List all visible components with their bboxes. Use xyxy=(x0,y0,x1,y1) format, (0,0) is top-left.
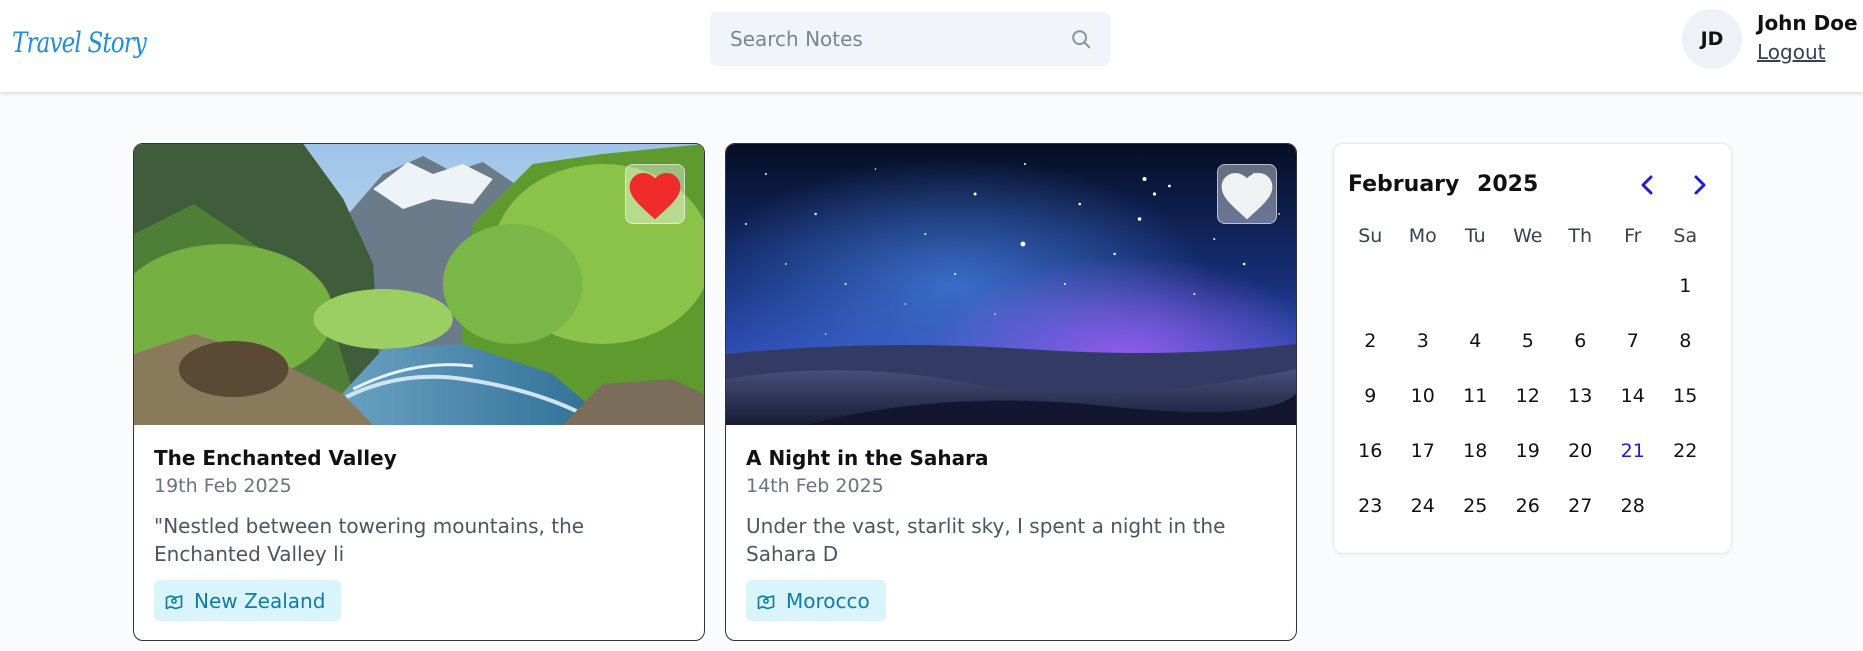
favorite-button[interactable] xyxy=(625,164,685,224)
heart-icon xyxy=(1221,172,1273,220)
calendar-day[interactable]: 2 xyxy=(1344,313,1397,368)
calendar-empty-cell xyxy=(1344,258,1397,313)
search-input[interactable] xyxy=(730,12,1050,66)
story-card[interactable]: The Enchanted Valley 19th Feb 2025 "Nest… xyxy=(133,143,705,641)
map-icon xyxy=(757,594,775,609)
calendar-day[interactable]: 10 xyxy=(1397,368,1450,423)
calendar-day[interactable]: 12 xyxy=(1502,368,1555,423)
story-title: A Night in the Sahara xyxy=(746,446,989,470)
calendar-day[interactable]: 5 xyxy=(1502,313,1555,368)
calendar-day[interactable]: 26 xyxy=(1502,478,1555,533)
user-name: John Doe xyxy=(1757,11,1858,35)
calendar-day-today[interactable]: 21 xyxy=(1607,423,1660,478)
calendar-grid: Su Mo Tu We Th Fr Sa 1 2 3 4 5 6 7 8 9 10 11 12 13 14 15 16 17 1… xyxy=(1344,214,1712,533)
next-month-button[interactable] xyxy=(1688,173,1712,199)
chevron-right-icon xyxy=(1694,175,1706,195)
calendar-year: 2025 xyxy=(1477,172,1539,197)
calendar-day[interactable]: 14 xyxy=(1607,368,1660,423)
chevron-left-icon xyxy=(1641,175,1653,195)
location-label: New Zealand xyxy=(194,588,326,613)
heart-icon xyxy=(629,172,681,220)
calendar-day[interactable]: 1 xyxy=(1659,258,1712,313)
calendar-day[interactable]: 9 xyxy=(1344,368,1397,423)
calendar-empty-cell xyxy=(1449,258,1502,313)
calendar-day[interactable]: 3 xyxy=(1397,313,1450,368)
calendar-day[interactable]: 6 xyxy=(1554,313,1607,368)
date-picker-calendar: February 2025 Su Mo Tu We Th Fr Sa 1 2 3 4 5 6 7 8 9 10 1… xyxy=(1333,143,1732,554)
calendar-day[interactable]: 11 xyxy=(1449,368,1502,423)
weekday-header: We xyxy=(1513,225,1543,247)
story-date: 14th Feb 2025 xyxy=(746,475,884,497)
calendar-day[interactable]: 18 xyxy=(1449,423,1502,478)
calendar-day[interactable]: 16 xyxy=(1344,423,1397,478)
story-excerpt: "Nestled between towering mountains, the… xyxy=(154,514,585,566)
calendar-caption: February 2025 xyxy=(1348,172,1538,197)
map-icon xyxy=(165,594,183,609)
calendar-day[interactable]: 15 xyxy=(1659,368,1712,423)
calendar-day[interactable]: 28 xyxy=(1607,478,1660,533)
story-title: The Enchanted Valley xyxy=(154,446,397,470)
calendar-day[interactable]: 22 xyxy=(1659,423,1712,478)
weekday-header: Fr xyxy=(1624,225,1642,247)
calendar-day[interactable]: 4 xyxy=(1449,313,1502,368)
calendar-empty-cell xyxy=(1554,258,1607,313)
calendar-day[interactable]: 24 xyxy=(1397,478,1450,533)
location-tag[interactable]: Morocco xyxy=(746,580,886,621)
search-bar xyxy=(710,12,1110,66)
search-icon[interactable] xyxy=(1070,28,1092,50)
weekday-header: Tu xyxy=(1464,225,1486,247)
calendar-day[interactable]: 17 xyxy=(1397,423,1450,478)
story-image-sahara xyxy=(726,144,1296,425)
calendar-day[interactable]: 20 xyxy=(1554,423,1607,478)
calendar-day[interactable]: 27 xyxy=(1554,478,1607,533)
calendar-day[interactable]: 7 xyxy=(1607,313,1660,368)
calendar-empty-cell xyxy=(1502,258,1555,313)
logout-button[interactable]: Logout xyxy=(1757,40,1825,64)
calendar-day[interactable]: 25 xyxy=(1449,478,1502,533)
avatar: JD xyxy=(1682,9,1742,69)
calendar-day[interactable]: 19 xyxy=(1502,423,1555,478)
calendar-day[interactable]: 13 xyxy=(1554,368,1607,423)
app-logo[interactable]: Travel Story xyxy=(12,26,147,59)
location-tag[interactable]: New Zealand xyxy=(154,580,342,621)
weekday-header: Th xyxy=(1568,225,1593,247)
location-label: Morocco xyxy=(786,588,870,613)
favorite-button[interactable] xyxy=(1217,164,1277,224)
calendar-day[interactable]: 8 xyxy=(1659,313,1712,368)
previous-month-button[interactable] xyxy=(1635,173,1659,199)
calendar-day[interactable]: 23 xyxy=(1344,478,1397,533)
calendar-month: February xyxy=(1348,172,1460,197)
story-excerpt: Under the vast, starlit sky, I spent a n… xyxy=(746,514,1226,566)
navbar: Travel Story JD John Doe Logout xyxy=(0,0,1863,93)
story-date: 19th Feb 2025 xyxy=(154,475,292,497)
calendar-empty-cell xyxy=(1607,258,1660,313)
story-card[interactable]: A Night in the Sahara 14th Feb 2025 Unde… xyxy=(725,143,1297,641)
weekday-header: Mo xyxy=(1408,225,1437,247)
calendar-empty-cell xyxy=(1397,258,1450,313)
weekday-header: Su xyxy=(1358,225,1383,247)
weekday-header: Sa xyxy=(1673,225,1698,247)
story-image-valley xyxy=(134,144,704,425)
